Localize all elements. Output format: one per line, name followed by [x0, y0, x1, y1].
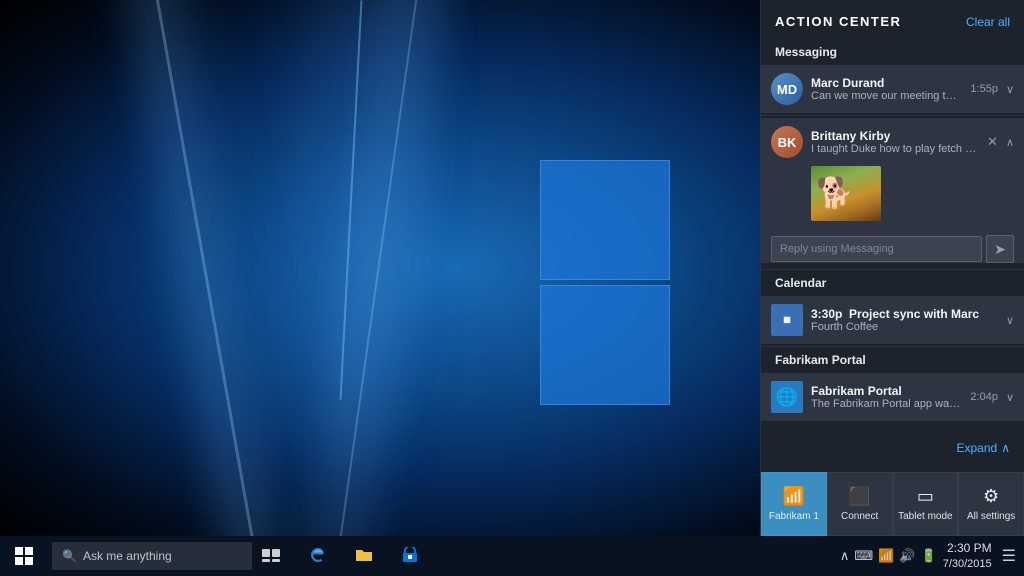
calendar-section-label: Calendar [761, 270, 1024, 294]
connect-icon: ⬛ [848, 486, 870, 507]
action-center-title: ACTION CENTER [775, 14, 901, 29]
send-button[interactable]: ➤ [986, 235, 1014, 263]
quick-tile-tablet-label: Tablet mode [898, 511, 952, 522]
keyboard-icon: ⌨ [854, 548, 873, 564]
file-explorer-app[interactable] [342, 536, 386, 576]
separator-1 [761, 115, 1024, 116]
desktop-rect-1 [540, 160, 670, 280]
notif-name-brittany: Brittany Kirby [811, 129, 979, 143]
notification-brittany: BK Brittany Kirby I taught Duke how to p… [761, 118, 1024, 263]
notif-expand-brittany[interactable]: ∧ [1006, 136, 1014, 149]
quick-tile-tablet-mode[interactable]: ▭ Tablet mode [893, 472, 959, 536]
volume-icon[interactable]: 🔊 [899, 548, 915, 564]
notification-fabrikam: 🌐 Fabrikam Portal The Fabrikam Portal ap… [761, 373, 1024, 421]
quick-tile-fabrikam1-label: Fabrikam 1 [769, 511, 819, 522]
calendar-icon: ▦ [771, 304, 803, 336]
fabrikam-time: 2:04p [970, 391, 998, 403]
fabrikam-app-name: Fabrikam Portal [811, 384, 962, 398]
expand-button[interactable]: Expand ∧ [957, 441, 1011, 455]
notif-row-fabrikam: 🌐 Fabrikam Portal The Fabrikam Portal ap… [761, 373, 1024, 421]
quick-tile-connect[interactable]: ⬛ Connect [827, 472, 893, 536]
notification-marc: MD Marc Durand Can we move our meeting t… [761, 65, 1024, 113]
notif-content-fabrikam: Fabrikam Portal The Fabrikam Portal app … [811, 384, 962, 410]
notif-row-marc: MD Marc Durand Can we move our meeting t… [761, 65, 1024, 113]
expand-label: Expand [957, 441, 998, 455]
notif-collapse-calendar[interactable]: ∨ [1006, 314, 1014, 327]
notif-expanded-brittany [761, 166, 1024, 229]
task-view-button[interactable] [252, 536, 290, 576]
notif-reply-row: ➤ [771, 235, 1014, 263]
action-center-body: Messaging MD Marc Durand Can we move our… [761, 39, 1024, 472]
light-beam [340, 0, 363, 400]
notif-msg-brittany: I taught Duke how to play fetch yesterda… [811, 143, 979, 155]
notif-image-brittany [811, 166, 881, 221]
notif-close-brittany[interactable]: ✕ [987, 134, 998, 150]
calendar-event-location: Fourth Coffee [811, 321, 998, 333]
avatar-brittany: BK [771, 126, 803, 158]
notif-collapse-fabrikam[interactable]: ∨ [1006, 391, 1014, 404]
notif-content-marc: Marc Durand Can we move our meeting to 4… [811, 76, 962, 102]
taskbar: 🔍 Ask me anything [0, 536, 1024, 576]
settings-gear-icon: ⚙ [983, 486, 999, 507]
quick-tile-connect-label: Connect [841, 511, 878, 522]
notif-collapse-marc[interactable]: ∨ [1006, 83, 1014, 96]
action-center-panel: ACTION CENTER Clear all Messaging MD Mar… [760, 0, 1024, 536]
notif-image-content [811, 166, 881, 221]
tray-icons: ∧ ⌨ 📶 🔊 🔋 [840, 548, 937, 564]
reply-input[interactable] [771, 236, 982, 262]
network-icon[interactable]: 📶 [878, 548, 894, 564]
globe-icon: 🌐 [771, 381, 803, 413]
quick-actions-bar: 📶 Fabrikam 1 ⬛ Connect ▭ Tablet mode ⚙ A… [761, 472, 1024, 536]
quick-tile-settings-label: All settings [967, 511, 1015, 522]
up-arrow-icon[interactable]: ∧ [840, 548, 850, 564]
calendar-event-title: 3:30p Project sync with Marc [811, 307, 998, 321]
tray-time: 2:30 PM [943, 540, 992, 557]
fabrikam-section-label: Fabrikam Portal [761, 347, 1024, 371]
search-bar[interactable]: 🔍 Ask me anything [52, 542, 252, 570]
notification-center-icon[interactable]: ☰ [1002, 546, 1016, 566]
store-app[interactable] [388, 536, 432, 576]
notif-content-calendar: 3:30p Project sync with Marc Fourth Coff… [811, 307, 998, 333]
fabrikam-message: The Fabrikam Portal app was updated [811, 398, 962, 410]
clear-all-button[interactable]: Clear all [966, 15, 1010, 29]
desktop-rect-2 [540, 285, 670, 405]
start-button[interactable] [0, 536, 48, 576]
notif-name-marc: Marc Durand [811, 76, 962, 90]
spacer [761, 423, 1024, 435]
battery-icon[interactable]: 🔋 [921, 548, 937, 564]
system-tray: ∧ ⌨ 📶 🔊 🔋 2:30 PM 7/30/2015 ☰ [840, 540, 1024, 572]
messaging-section-label: Messaging [761, 39, 1024, 63]
quick-tile-fabrikam1[interactable]: 📶 Fabrikam 1 [761, 472, 827, 536]
wifi-icon: 📶 [783, 486, 805, 507]
notif-msg-marc: Can we move our meeting to 4pm? [811, 90, 962, 102]
notif-row-calendar: ▦ 3:30p Project sync with Marc Fourth Co… [761, 296, 1024, 344]
notif-time-marc: 1:55p [970, 83, 998, 95]
search-placeholder-text: Ask me anything [83, 549, 172, 563]
pinned-apps [296, 536, 432, 576]
avatar-marc: MD [771, 73, 803, 105]
system-clock[interactable]: 2:30 PM 7/30/2015 [943, 540, 992, 572]
tray-date: 7/30/2015 [943, 557, 992, 572]
notif-row-brittany: BK Brittany Kirby I taught Duke how to p… [761, 118, 1024, 166]
notif-content-brittany: Brittany Kirby I taught Duke how to play… [811, 129, 979, 155]
notification-calendar: ▦ 3:30p Project sync with Marc Fourth Co… [761, 296, 1024, 344]
quick-tile-all-settings[interactable]: ⚙ All settings [958, 472, 1024, 536]
action-center-header: ACTION CENTER Clear all [761, 0, 1024, 39]
edge-app[interactable] [296, 536, 340, 576]
tablet-icon: ▭ [917, 486, 934, 507]
desktop [0, 0, 760, 536]
search-icon: 🔍 [62, 549, 77, 563]
expand-chevron-icon: ∧ [1001, 441, 1010, 455]
expand-row: Expand ∧ [761, 435, 1024, 461]
